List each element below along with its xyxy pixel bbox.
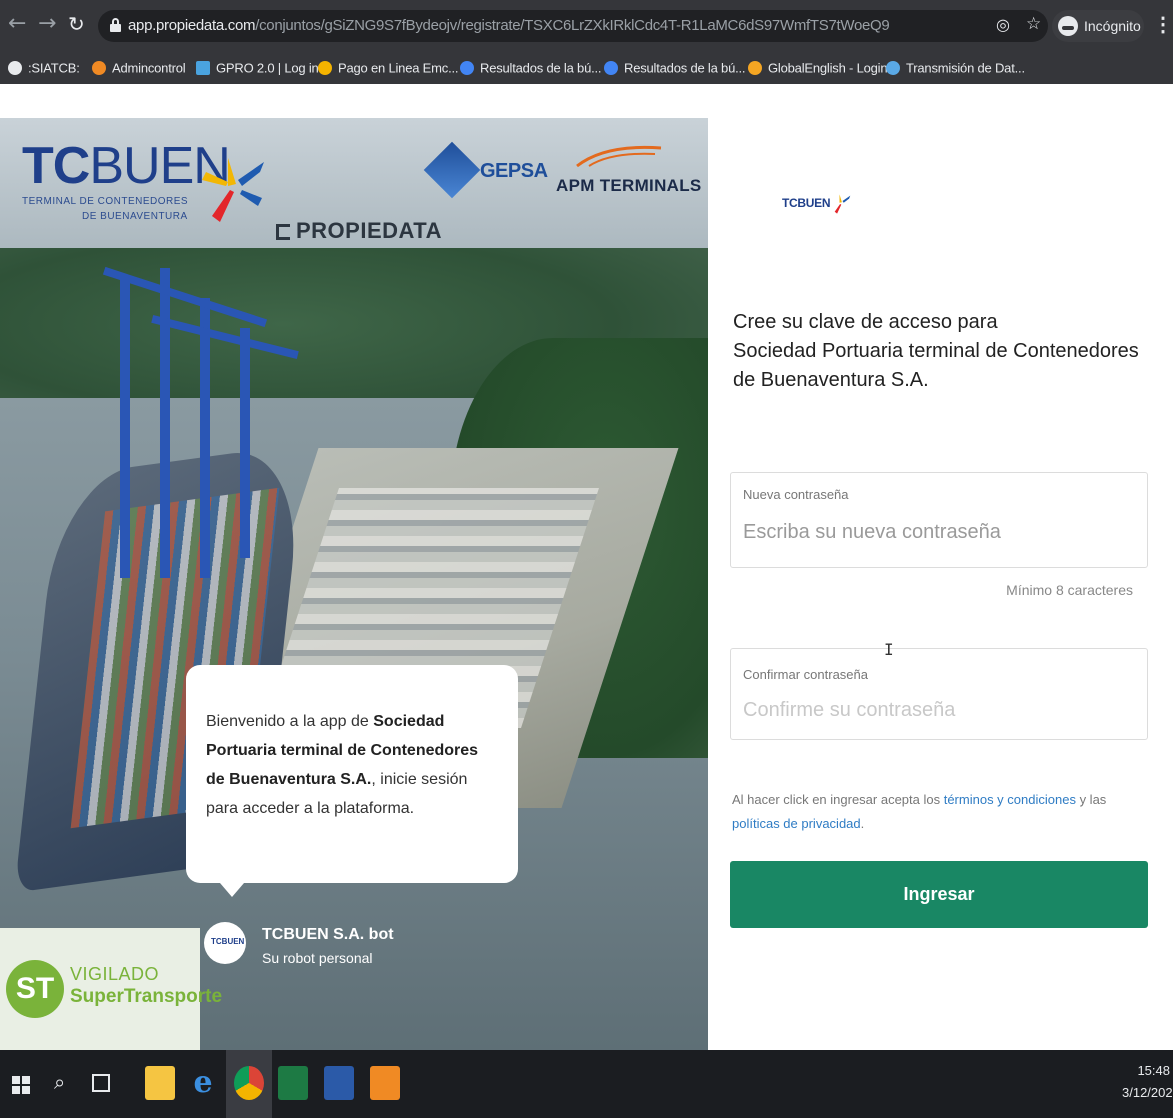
bookmark-favicon-icon [748, 60, 762, 75]
url-text[interactable]: app.propiedata.com/conjuntos/gSiZNG9S7fB… [128, 17, 890, 34]
apm-swoosh-icon [576, 145, 662, 168]
clock-time: 15:48 [1137, 1063, 1170, 1078]
bookmark-admincontrol[interactable]: Admincontrol [92, 59, 186, 77]
propiedata-logo: PROPIEDATA [276, 218, 442, 244]
bookmark-label: Resultados de la bú... [624, 60, 746, 76]
bookmark-transmision[interactable]: Transmisión de Dat... [886, 59, 1025, 77]
bookmark-label: Pago en Linea Emc... [338, 60, 459, 76]
confirm-password-input[interactable] [743, 699, 1133, 722]
bookmark-favicon-icon [886, 60, 900, 75]
windows-taskbar: ⌕ e 15:48 3/12/2020 [0, 1050, 1173, 1118]
incognito-icon [1058, 16, 1078, 36]
terms-notice: Al hacer click en ingresar acepta los té… [732, 792, 1107, 831]
back-arrow-icon[interactable]: ← [8, 11, 26, 36]
registration-panel: TCBUEN Cree su clave de acceso para Soci… [708, 118, 1173, 1050]
bookmark-label: GPRO 2.0 | Log in [216, 60, 319, 76]
google-icon [604, 60, 618, 75]
text-cursor-icon: I [884, 640, 894, 659]
vigilado-supertransporte-badge: ST VIGILADO SuperTransporte [0, 928, 222, 1050]
panel-logo-wordmark: TCBUEN [782, 196, 831, 210]
bookmark-label: Admincontrol [112, 60, 186, 76]
tracking-blocked-icon[interactable]: ◎ [996, 15, 1010, 34]
incognito-button[interactable]: Incógnito [1052, 10, 1144, 42]
welcome-bubble: Bienvenido a la app de Sociedad Portuari… [186, 665, 518, 897]
bookmark-label: Resultados de la bú... [480, 60, 602, 76]
app-icon[interactable] [370, 1066, 400, 1100]
bookmark-globalenglish[interactable]: GlobalEnglish - Login [748, 59, 888, 77]
bot-avatar-logo: TCBUEN [211, 937, 245, 946]
bookmark-resultados-2[interactable]: Resultados de la bú... [604, 59, 746, 77]
bookmark-label: :SIATCB: [28, 60, 80, 76]
bot-subtitle: Su robot personal [262, 950, 373, 966]
bookmark-favicon-icon [318, 60, 332, 75]
task-view-icon[interactable] [92, 1074, 110, 1092]
file-explorer-icon[interactable] [145, 1066, 175, 1100]
bookmark-pago-en-linea[interactable]: Pago en Linea Emc... [318, 59, 459, 77]
system-clock[interactable]: 15:48 3/12/2020 [1122, 1060, 1173, 1104]
submit-button[interactable]: Ingresar [730, 861, 1148, 928]
google-icon [460, 60, 474, 75]
propiedata-icon [276, 224, 290, 240]
reload-icon[interactable]: ↻ [68, 12, 85, 36]
bookmark-resultados-1[interactable]: Resultados de la bú... [460, 59, 602, 77]
panel-star-icon [834, 194, 851, 214]
address-bar[interactable]: app.propiedata.com/conjuntos/gSiZNG9S7fB… [98, 10, 1048, 42]
more-menu-icon[interactable]: ⋮ [1153, 12, 1173, 37]
bookmark-label: GlobalEnglish - Login [768, 60, 888, 76]
confirm-password-label: Confirmar contraseña [743, 667, 868, 682]
incognito-label: Incógnito [1084, 18, 1141, 34]
url-path: /conjuntos/gSiZNG9S7fBydeojv/registrate/… [255, 17, 890, 34]
forward-arrow-icon[interactable]: → [38, 11, 56, 36]
welcome-message: Bienvenido a la app de Sociedad Portuari… [206, 713, 479, 817]
hero-port-image [0, 118, 708, 1050]
clock-date: 3/12/2020 [1122, 1085, 1173, 1100]
bot-avatar: TCBUEN [204, 922, 246, 964]
address-row: ← → ↻ app.propiedata.com/conjuntos/gSiZN… [0, 8, 1173, 48]
bookmarks-bar: :SIATCB: Admincontrol GPRO 2.0 | Log in … [0, 48, 1173, 84]
bookmark-star-icon[interactable]: ☆ [1026, 14, 1041, 34]
bot-name: TCBUEN S.A. bot [262, 926, 394, 943]
bookmark-favicon-icon [196, 60, 210, 75]
search-icon[interactable]: ⌕ [54, 1070, 65, 1094]
confirm-password-field[interactable]: Confirmar contraseña [730, 648, 1148, 740]
page-title: Cree su clave de acceso para Sociedad Po… [733, 311, 1139, 391]
lock-icon[interactable] [110, 18, 121, 32]
bookmark-label: Transmisión de Dat... [906, 60, 1025, 76]
new-password-input[interactable] [743, 521, 1133, 544]
chrome-icon[interactable] [234, 1066, 264, 1100]
word-icon[interactable] [324, 1066, 354, 1100]
new-password-label: Nueva contraseña [743, 487, 849, 502]
bookmark-siatcb[interactable]: :SIATCB: [8, 59, 80, 77]
windows-start-icon[interactable] [12, 1076, 30, 1094]
bookmark-favicon-icon [92, 60, 106, 75]
password-hint: Mínimo 8 caracteres [1006, 582, 1133, 598]
tcbuen-star-icon [202, 158, 264, 222]
apm-terminals-logo: APM TERMINALS [556, 176, 702, 195]
bookmark-favicon-icon [8, 60, 22, 75]
excel-icon[interactable] [278, 1066, 308, 1100]
new-password-field[interactable]: Nueva contraseña [730, 472, 1148, 568]
terms-link[interactable]: términos y condiciones [944, 792, 1076, 807]
internet-explorer-icon[interactable]: e [188, 1066, 218, 1100]
supertransporte-logo-icon: ST [6, 960, 64, 1018]
bookmark-gpro[interactable]: GPRO 2.0 | Log in [196, 59, 319, 77]
browser-toolbar: ← → ↻ app.propiedata.com/conjuntos/gSiZN… [0, 0, 1173, 84]
page-top-strip [0, 84, 1173, 118]
url-host: app.propiedata.com [128, 17, 256, 34]
privacy-link[interactable]: políticas de privacidad [732, 816, 861, 831]
panel-tcbuen-logo: TCBUEN [782, 192, 852, 218]
